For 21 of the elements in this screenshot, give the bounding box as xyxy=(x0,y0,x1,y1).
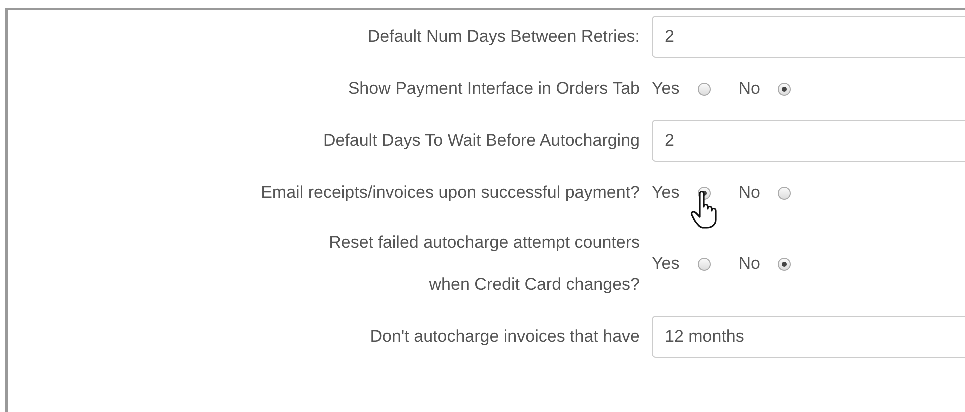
hand-cursor-icon xyxy=(690,190,720,230)
option-label: Yes xyxy=(652,183,680,203)
radio-button[interactable] xyxy=(698,82,711,96)
setting-label: Reset failed autocharge attempt counters when Credit Card changes? xyxy=(328,232,640,296)
option-label: Yes xyxy=(652,254,680,274)
radio-button[interactable] xyxy=(698,258,711,270)
setting-label: Default Days To Wait Before Autocharging xyxy=(323,130,640,152)
option-label: No xyxy=(738,183,760,203)
input-field[interactable]: 12 months xyxy=(652,316,965,358)
radio-button[interactable] xyxy=(778,82,792,96)
setting-label: Don't autocharge invoices that have xyxy=(370,326,640,348)
option-label: No xyxy=(738,79,760,99)
radio-button[interactable] xyxy=(778,258,792,270)
input-field[interactable]: 2 xyxy=(652,16,965,58)
setting-label: Show Payment Interface in Orders Tab xyxy=(348,78,640,100)
setting-label: Default Num Days Between Retries: xyxy=(368,26,640,48)
option-label: Yes xyxy=(652,79,680,99)
radio-button[interactable] xyxy=(778,186,792,200)
input-field[interactable]: 2 xyxy=(652,120,965,162)
setting-label: Email receipts/invoices upon successful payment? xyxy=(261,182,640,204)
option-label: No xyxy=(738,254,760,274)
